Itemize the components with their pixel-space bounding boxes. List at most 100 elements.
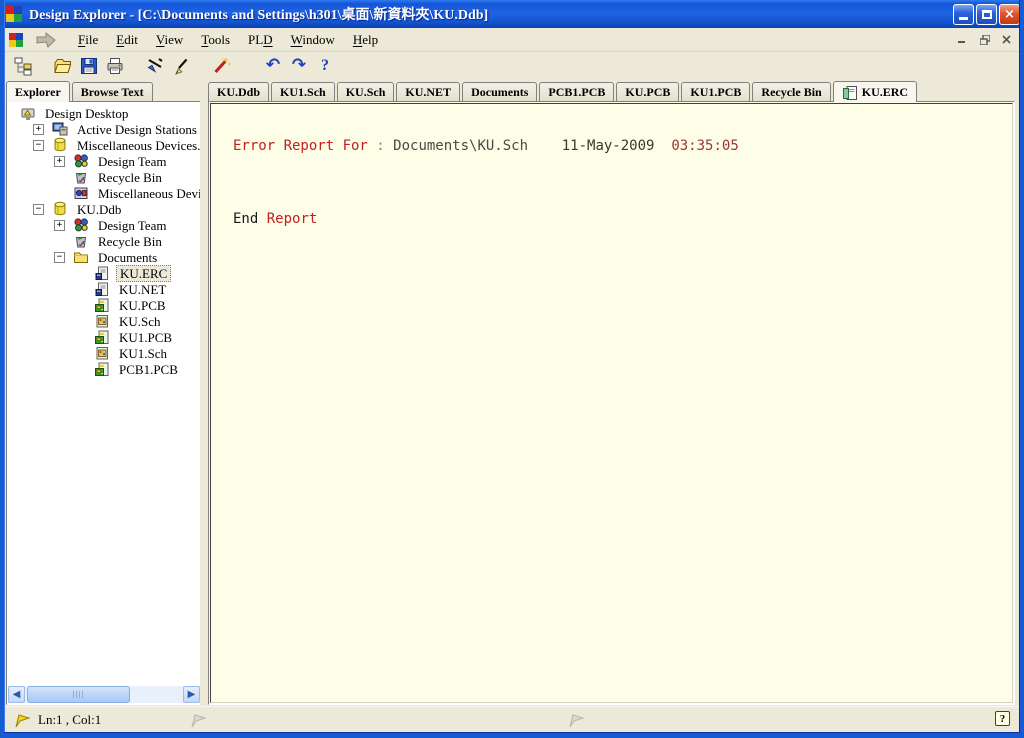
collapse-box-icon[interactable]: − (54, 252, 65, 263)
tree-item-recycle-bin[interactable]: Recycle Bin (95, 234, 165, 249)
undo-icon: ↶ (266, 57, 280, 74)
doc-tab-pcb1.pcb[interactable]: PCB1.PCB (539, 82, 614, 101)
collapse-box-icon[interactable]: − (33, 204, 44, 215)
doc-tab-ku.net[interactable]: KU.NET (396, 82, 460, 101)
report-end-word1: End (233, 211, 258, 227)
tree-item-ku-pcb[interactable]: KU.PCB (116, 298, 169, 313)
doc-tab-label: Recycle Bin (761, 85, 821, 100)
menu-pld[interactable]: PLD (239, 30, 282, 50)
tree-row: + Design Team (8, 153, 200, 169)
tree-item-ku1-pcb[interactable]: KU1.PCB (116, 330, 175, 345)
menu-edit[interactable]: Edit (107, 30, 147, 50)
scroll-thumb[interactable] (27, 686, 130, 703)
tree-item-miscellaneous-devices-lib[interactable]: Miscellaneous Devices.lib (95, 186, 200, 201)
tree-horizontal-scrollbar[interactable]: ◀ ▶ (8, 686, 200, 703)
pen-button[interactable] (168, 54, 194, 78)
tab-explorer[interactable]: Explorer (6, 81, 70, 102)
tree-row: KU.NET (8, 281, 200, 297)
close-button[interactable]: × (999, 4, 1020, 25)
open-button[interactable] (50, 54, 76, 78)
scroll-left-button[interactable]: ◀ (8, 686, 25, 703)
recycle-icon (73, 169, 89, 185)
panel-splitter[interactable] (200, 80, 208, 705)
tree-item-pcb1-pcb[interactable]: PCB1.PCB (116, 362, 181, 377)
flag-gray-icon-1 (190, 712, 208, 728)
menu-view[interactable]: View (147, 30, 192, 50)
team-icon (73, 153, 89, 169)
expand-box-icon[interactable]: + (33, 124, 44, 135)
cutter-button[interactable] (142, 54, 168, 78)
redo-icon: ↷ (292, 57, 306, 74)
sch-icon (94, 313, 110, 329)
doc-tab-ku.ddb[interactable]: KU.Ddb (208, 82, 269, 101)
menu-help[interactable]: Help (344, 30, 387, 50)
tree-row: − Miscellaneous Devices.ddb (8, 137, 200, 153)
maximize-icon (982, 10, 992, 19)
menu-tools[interactable]: Tools (192, 30, 239, 50)
mdi-minimize-button[interactable] (953, 32, 972, 48)
save-icon (79, 56, 99, 76)
save-button[interactable] (76, 54, 102, 78)
team-icon (73, 217, 89, 233)
undo-button[interactable]: ↶ (260, 54, 286, 78)
print-button[interactable] (102, 54, 128, 78)
tab-label: Browse Text (81, 85, 144, 100)
report-document: Documents\KU.Sch (393, 138, 528, 154)
report-time: 03:35:05 (671, 138, 738, 154)
tree-item-ku-net[interactable]: KU.NET (116, 282, 169, 297)
report-line-1: Error Report For : Documents\KU.Sch 11-M… (233, 139, 1010, 154)
doc-tab-documents[interactable]: Documents (462, 82, 537, 101)
collapse-box-icon[interactable]: − (33, 140, 44, 151)
close-icon: × (1004, 8, 1015, 21)
tree-item-ku1-sch[interactable]: KU1.Sch (116, 346, 170, 361)
wand-button[interactable] (208, 54, 234, 78)
database-icon (52, 201, 68, 217)
open-icon (53, 56, 73, 76)
doc-tab-ku1.sch[interactable]: KU1.Sch (271, 82, 335, 101)
tree-item-miscellaneous-devices-ddb[interactable]: Miscellaneous Devices.ddb (74, 138, 200, 153)
minimize-icon (959, 17, 968, 20)
help-button[interactable]: ? (312, 54, 338, 78)
tree-item-design-desktop[interactable]: Design Desktop (42, 106, 131, 121)
explorer-toggle-button[interactable] (10, 54, 36, 78)
report-end-word2: Report (267, 211, 318, 227)
cursor-flag-icon (14, 712, 32, 728)
scroll-track[interactable] (25, 686, 183, 703)
doc-tab-ku.sch[interactable]: KU.Sch (337, 82, 395, 101)
tab-browse-text[interactable]: Browse Text (72, 82, 153, 101)
mdi-restore-button[interactable] (975, 32, 994, 48)
tree-item-recycle-bin[interactable]: Recycle Bin (95, 170, 165, 185)
mdi-close-button[interactable] (997, 32, 1016, 48)
tree-item-documents[interactable]: Documents (95, 250, 160, 265)
redo-button[interactable]: ↷ (286, 54, 312, 78)
error-report-editor[interactable]: Error Report For : Documents\KU.Sch 11-M… (210, 103, 1013, 703)
expand-box-icon[interactable]: + (54, 156, 65, 167)
tree-row: KU1.Sch (8, 345, 200, 361)
tree-item-ku-erc[interactable]: KU.ERC (116, 265, 171, 282)
report-end-line: End Report (233, 212, 1010, 227)
doc-tab-ku1.pcb[interactable]: KU1.PCB (681, 82, 750, 101)
tree-item-active-design-stations[interactable]: Active Design Stations (74, 122, 200, 137)
menu-bar: FileEditViewToolsPLDWindowHelp (4, 28, 1020, 52)
doc-tab-ku.pcb[interactable]: KU.PCB (616, 82, 679, 101)
tree-row: KU.PCB (8, 297, 200, 313)
tree-item-ku-ddb[interactable]: KU.Ddb (74, 202, 124, 217)
doc-tab-recycle-bin[interactable]: Recycle Bin (752, 82, 830, 101)
tree-item-ku-sch[interactable]: KU.Sch (116, 314, 164, 329)
menu-file[interactable]: File (69, 30, 107, 50)
menu-window[interactable]: Window (282, 30, 344, 50)
help-bubble-icon[interactable]: ? (995, 711, 1010, 726)
minimize-button[interactable] (953, 4, 974, 25)
maximize-button[interactable] (976, 4, 997, 25)
report-date: 11-May-2009 (562, 138, 655, 154)
tree-item-design-team[interactable]: Design Team (95, 154, 170, 169)
tree-item-design-team[interactable]: Design Team (95, 218, 170, 233)
tree-row: + Design Team (8, 217, 200, 233)
document-app-icon (8, 31, 25, 48)
drop-arrow-icon[interactable] (35, 32, 57, 48)
doc-tab-ku.erc[interactable]: KU.ERC (833, 81, 917, 102)
scroll-right-button[interactable]: ▶ (183, 686, 200, 703)
print-icon (105, 56, 125, 76)
cutter-icon (145, 56, 165, 76)
expand-box-icon[interactable]: + (54, 220, 65, 231)
